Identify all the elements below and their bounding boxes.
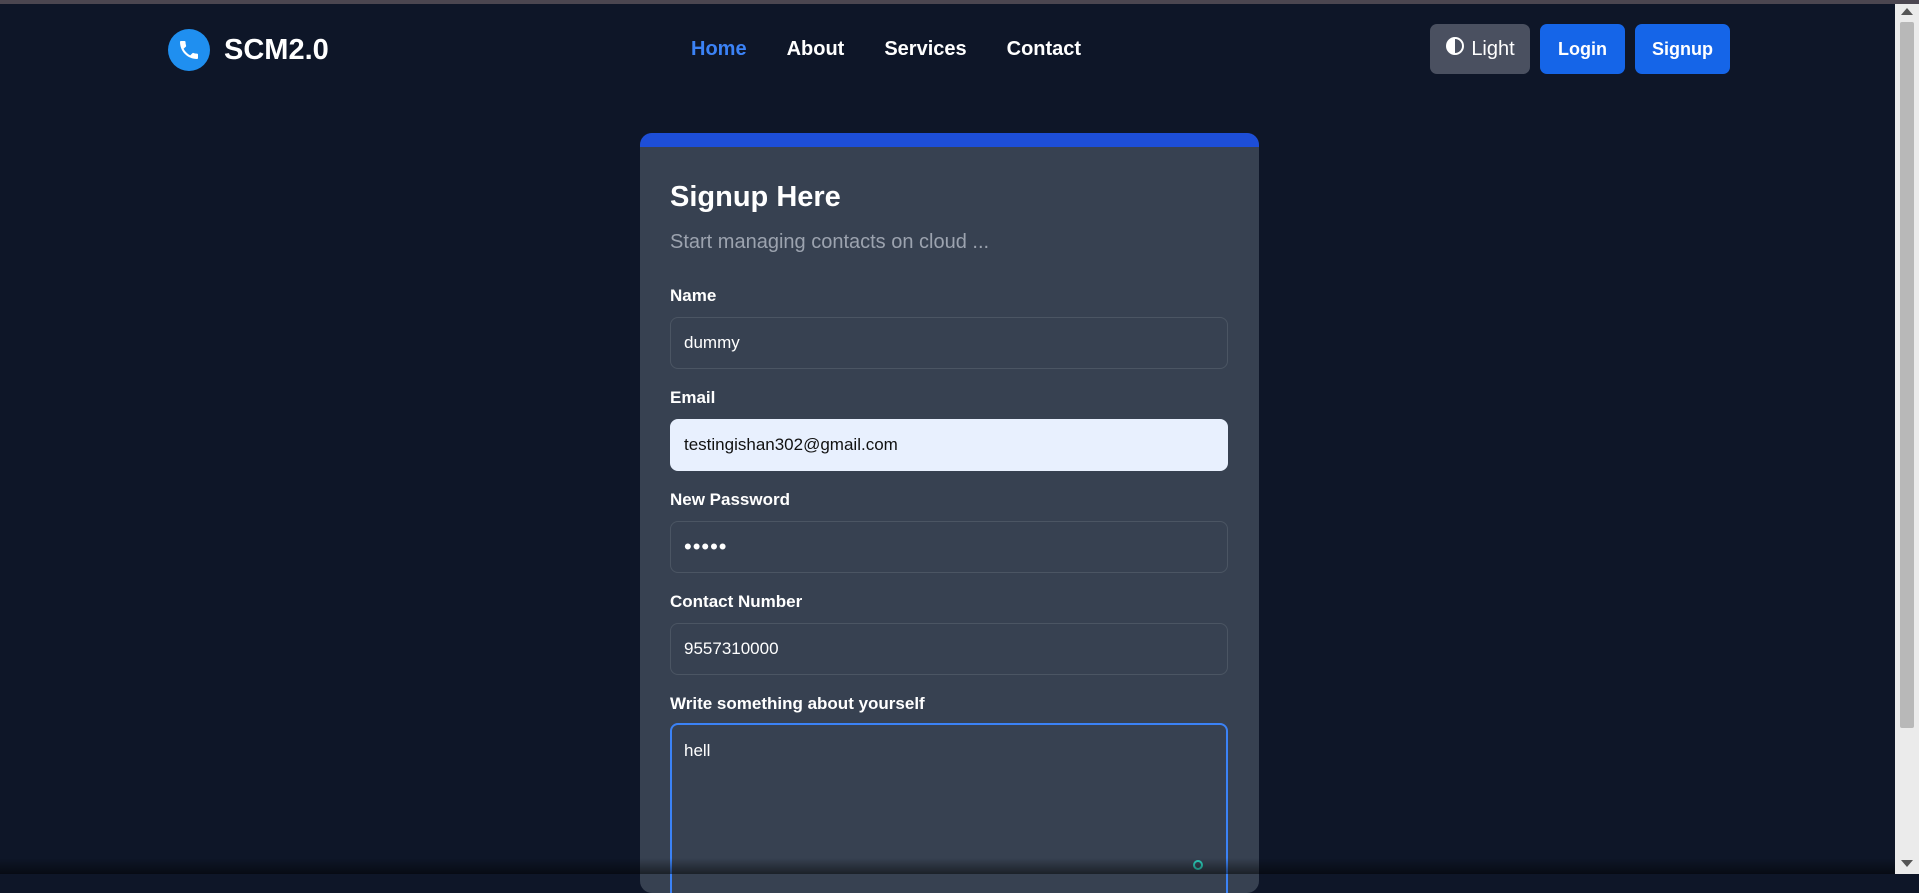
theme-toggle-button[interactable]: Light <box>1430 24 1530 74</box>
theme-toggle-label: Light <box>1471 37 1515 60</box>
about-label: Write something about yourself <box>670 694 925 713</box>
email-input[interactable] <box>670 419 1228 471</box>
about-textarea[interactable]: hell <box>670 723 1228 893</box>
signup-button[interactable]: Signup <box>1635 24 1730 74</box>
brand[interactable]: SCM2.0 <box>168 29 329 71</box>
email-label: Email <box>670 388 716 407</box>
name-input[interactable] <box>670 317 1228 369</box>
signup-subtitle: Start managing contacts on cloud ... <box>670 231 990 253</box>
nav-link-services[interactable]: Services <box>884 38 966 61</box>
nav-link-contact[interactable]: Contact <box>1007 38 1081 61</box>
scroll-thumb[interactable] <box>1900 22 1914 728</box>
nav-link-home[interactable]: Home <box>691 38 747 61</box>
phone-icon <box>168 29 210 71</box>
signup-card: Signup Here Start managing contacts on c… <box>640 133 1259 893</box>
nav-links: Home About Services Contact <box>691 38 1081 61</box>
signup-title: Signup Here <box>670 181 841 213</box>
password-input[interactable] <box>670 521 1228 573</box>
page-scrollbar[interactable] <box>1895 4 1919 874</box>
login-button[interactable]: Login <box>1540 24 1625 74</box>
contact-number-input[interactable] <box>670 623 1228 675</box>
contact-number-label: Contact Number <box>670 592 803 611</box>
password-label: New Password <box>670 490 790 509</box>
nav-actions: Light Login Signup <box>1430 24 1730 74</box>
scroll-down-arrow-icon[interactable] <box>1901 860 1913 867</box>
half-circle-icon <box>1445 36 1465 62</box>
navbar: SCM2.0 Home About Services Contact Light… <box>0 4 1895 96</box>
brand-name: SCM2.0 <box>224 33 329 66</box>
name-label: Name <box>670 286 717 305</box>
nav-link-about[interactable]: About <box>787 38 845 61</box>
scroll-up-arrow-icon[interactable] <box>1901 8 1913 15</box>
textarea-resize-handle-icon[interactable] <box>1193 860 1203 870</box>
card-top-accent <box>640 133 1259 147</box>
